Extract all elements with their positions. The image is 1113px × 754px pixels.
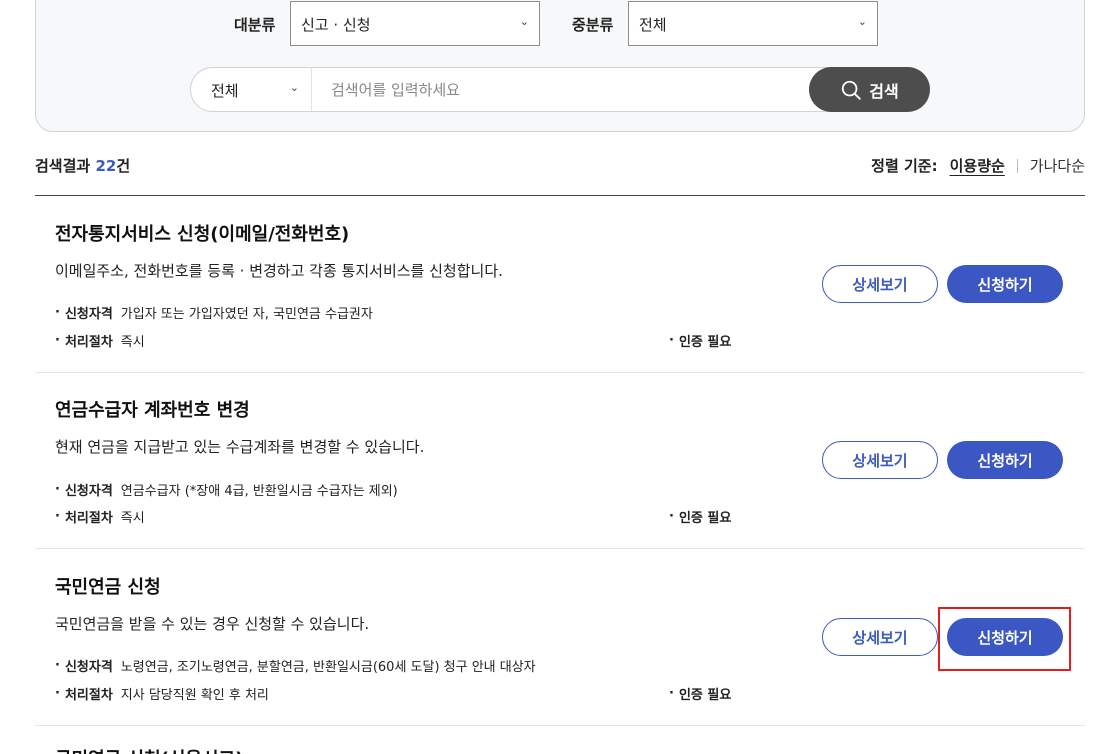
search-bar: 전체 ⌄ 검색 [190, 67, 930, 112]
apply-button[interactable]: 신청하기 [947, 441, 1063, 479]
item-title: 연금수급자 계좌번호 변경 [55, 400, 250, 421]
search-button-label: 검색 [869, 81, 899, 101]
auth-required-label: 인증 필요 [678, 511, 732, 526]
item-title: 국민연금 신청 [55, 577, 161, 598]
highlight-box [938, 607, 1071, 671]
filter-panel: 대분류 신고 · 신청 ⌄ 중분류 전체 ⌄ 전체 ⌄ 검색 [35, 0, 1085, 132]
category-select[interactable]: 신고 · 신청 ⌄ [290, 1, 540, 46]
list-item: 국민연금 신청 국민연금을 받을 수 있는 경우 신청할 수 있습니다. · 신… [35, 549, 1085, 726]
item-auth: · 인증 필요 [669, 686, 732, 703]
item-description: 이메일주소, 전화번호를 등록 · 변경하고 각종 통지서비스를 신청합니다. [55, 262, 503, 280]
sort-options: 정렬 기준: 이용량순 가나다순 [871, 155, 1085, 176]
sort-label: 정렬 기준: [871, 157, 938, 175]
result-count-suffix: 건 [116, 157, 131, 175]
search-scope-value: 전체 [211, 82, 239, 100]
process-label: 처리절차 [64, 688, 113, 703]
item-process: · 처리절차 즉시 [55, 333, 145, 350]
eligibility-label: 신청자격 [64, 660, 113, 675]
category-select-value: 신고 · 신청 [301, 16, 371, 34]
chevron-down-icon: ⌄ [519, 15, 529, 28]
chevron-down-icon: ⌄ [857, 15, 867, 28]
detail-button[interactable]: 상세보기 [822, 265, 938, 303]
auth-required-label: 인증 필요 [678, 335, 732, 350]
result-count-number: 22 [95, 157, 117, 175]
subcategory-label: 중분류 [572, 16, 614, 34]
apply-button[interactable]: 신청하기 [947, 265, 1063, 303]
search-button[interactable]: 검색 [809, 67, 930, 112]
detail-button[interactable]: 상세보기 [822, 618, 938, 656]
search-scope-select[interactable]: 전체 ⌄ [191, 68, 312, 111]
item-eligibility: · 신청자격 연금수급자 (*장애 4급, 반환일시금 수급자는 제외) [55, 482, 398, 499]
item-description: 국민연금을 받을 수 있는 경우 신청할 수 있습니다. [55, 615, 370, 633]
subcategory-select-value: 전체 [639, 16, 667, 34]
item-title: 전자통지서비스 신청(이메일/전화번호) [55, 224, 350, 245]
list-item: 연금수급자 계좌번호 변경 현재 연금을 지급받고 있는 수급계좌를 변경할 수… [35, 372, 1085, 549]
category-label: 대분류 [234, 16, 276, 34]
process-value: 즉시 [120, 511, 145, 526]
search-icon [842, 80, 861, 100]
eligibility-label: 신청자격 [64, 307, 113, 322]
item-process: · 처리절차 지사 담당직원 확인 후 처리 [55, 686, 269, 703]
auth-required-label: 인증 필요 [678, 688, 732, 703]
item-eligibility: · 신청자격 노령연금, 조기노령연금, 분할연금, 반환일시금(60세 도달)… [55, 658, 536, 675]
process-label: 처리절차 [64, 511, 113, 526]
item-auth: · 인증 필요 [669, 509, 732, 526]
sort-option-usage[interactable]: 이용량순 [950, 155, 1005, 176]
process-value: 즉시 [120, 335, 145, 350]
sort-option-alphabetical[interactable]: 가나다순 [1030, 155, 1085, 176]
chevron-down-icon: ⌄ [289, 81, 299, 94]
sort-divider [1016, 158, 1018, 173]
eligibility-value: 연금수급자 (*장애 4급, 반환일시금 수급자는 제외) [120, 484, 398, 499]
item-auth: · 인증 필요 [669, 333, 732, 350]
eligibility-value: 가입자 또는 가입자였던 자, 국민연금 수급권자 [120, 307, 373, 322]
item-title: 국민연금 신청(신용시고) [55, 745, 243, 754]
result-count: 검색결과 22건 [35, 155, 130, 176]
item-description: 현재 연금을 지급받고 있는 수급계좌를 변경할 수 있습니다. [55, 438, 425, 456]
result-count-prefix: 검색결과 [35, 157, 91, 175]
detail-button[interactable]: 상세보기 [822, 441, 938, 479]
eligibility-label: 신청자격 [64, 484, 113, 499]
subcategory-select[interactable]: 전체 ⌄ [628, 1, 878, 46]
process-label: 처리절차 [64, 335, 113, 350]
item-eligibility: · 신청자격 가입자 또는 가입자였던 자, 국민연금 수급권자 [55, 305, 373, 322]
eligibility-value: 노령연금, 조기노령연금, 분할연금, 반환일시금(60세 도달) 청구 안내 … [120, 660, 536, 675]
item-process: · 처리절차 즉시 [55, 509, 145, 526]
search-input[interactable] [319, 76, 799, 104]
list-item: 전자통지서비스 신청(이메일/전화번호) 이메일주소, 전화번호를 등록 · 변… [35, 196, 1085, 373]
process-value: 지사 담당직원 확인 후 처리 [120, 688, 269, 703]
